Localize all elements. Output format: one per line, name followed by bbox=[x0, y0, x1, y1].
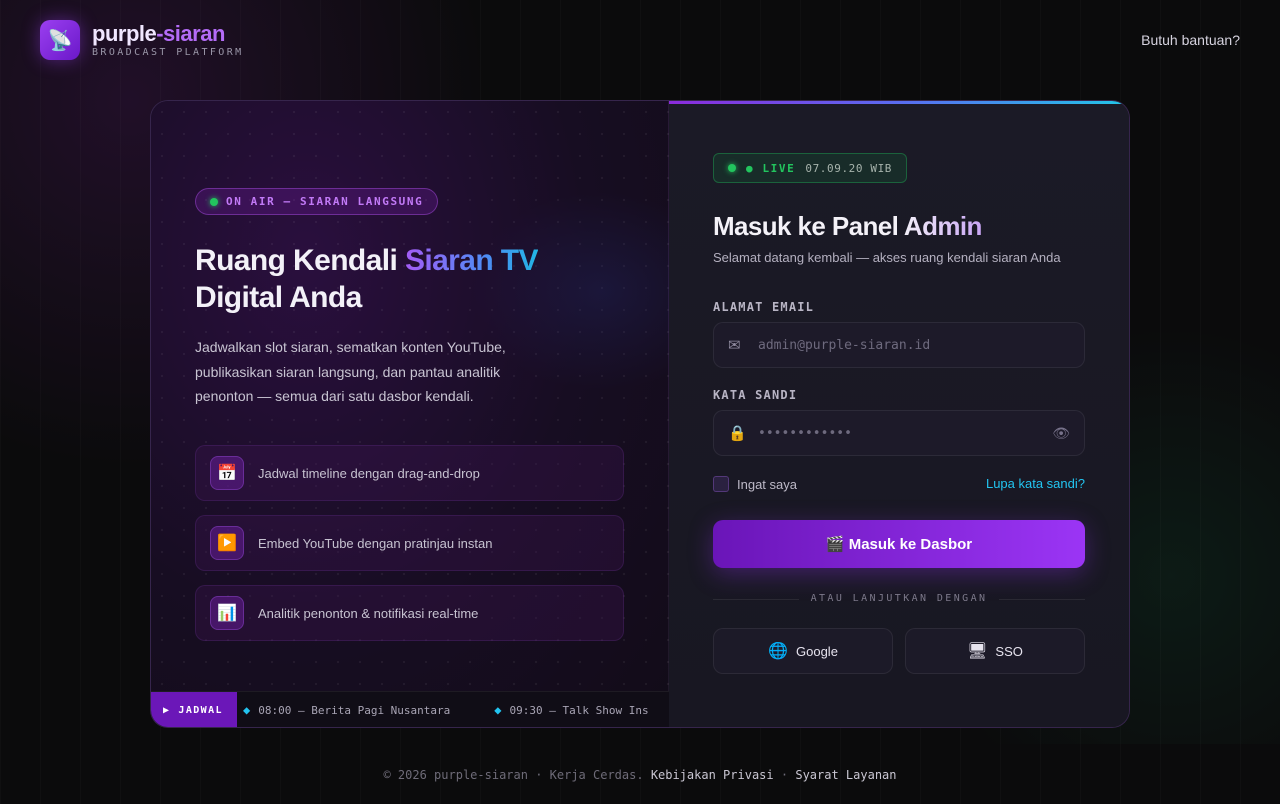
google-label: Google bbox=[796, 643, 838, 659]
on-air-badge-label: ON AIR — SIARAN LANGSUNG bbox=[226, 195, 424, 208]
terms-link[interactable]: Syarat Layanan bbox=[795, 768, 896, 782]
google-login-button[interactable]: 🌐 Google bbox=[713, 628, 893, 674]
hero-title-part2: Digital Anda bbox=[195, 281, 362, 314]
login-button[interactable]: 🎬 Masuk ke Dasbor bbox=[713, 520, 1085, 568]
live-time: 07.09.20 WIB bbox=[805, 161, 893, 175]
monitor-icon: 🖥 bbox=[967, 643, 988, 660]
password-field: 🔒 👁 bbox=[713, 410, 1085, 456]
brand-subtitle: BROADCAST PLATFORM bbox=[92, 47, 244, 58]
calendar-icon: 📅 bbox=[210, 456, 244, 490]
globe-icon: 🌐 bbox=[768, 643, 788, 660]
password-label: KATA SANDI bbox=[713, 388, 798, 402]
feature-item: 📅 Jadwal timeline dengan drag-and-drop bbox=[195, 445, 624, 501]
remember-me[interactable]: Ingat saya bbox=[713, 476, 797, 492]
brand-name: purple-siaran bbox=[92, 22, 244, 46]
live-dot-icon bbox=[210, 197, 218, 206]
email-label: ALAMAT EMAIL bbox=[713, 300, 815, 314]
eye-icon[interactable]: 👁 bbox=[1052, 425, 1070, 442]
sso-label: SSO bbox=[995, 643, 1023, 659]
feature-item: ▶️ Embed YouTube dengan pratinjau instan bbox=[195, 515, 624, 571]
brand-name-part1: purple bbox=[92, 21, 157, 46]
feature-label: Analitik penonton & notifikasi real-time bbox=[258, 605, 479, 621]
brand-text: purple-siaran BROADCAST PLATFORM bbox=[92, 22, 244, 59]
feature-item: 📊 Analitik penonton & notifikasi real-ti… bbox=[195, 585, 624, 641]
forgot-password-link[interactable]: Lupa kata sandi? bbox=[986, 476, 1085, 491]
brand-name-part2: -siaran bbox=[156, 21, 225, 46]
diamond-icon: ◆ bbox=[243, 703, 251, 717]
hero-panel: ON AIR — SIARAN LANGSUNG Ruang Kendali S… bbox=[151, 101, 731, 727]
ticker-items: ◆ 08:00 — Berita Pagi Nusantara ◆ 09:30 … bbox=[243, 692, 649, 727]
on-air-badge: ON AIR — SIARAN LANGSUNG bbox=[195, 188, 439, 215]
footer: © 2026 purple-siaran · Kerja Cerdas. Keb… bbox=[0, 768, 1280, 782]
divider-text: ATAU LANJUTKAN DENGAN bbox=[810, 593, 988, 604]
footer-separator: · bbox=[780, 768, 789, 782]
hero-title-highlight: Siaran TV bbox=[404, 244, 539, 277]
remember-label: Ingat saya bbox=[737, 476, 797, 492]
ticker-item: ◆ 09:30 — Talk Show Ins bbox=[494, 703, 648, 717]
play-icon: ▶️ bbox=[210, 526, 244, 560]
diamond-icon: ◆ bbox=[494, 703, 502, 717]
divider: ATAU LANJUTKAN DENGAN bbox=[713, 593, 1085, 607]
brand[interactable]: 📡 purple-siaran BROADCAST PLATFORM bbox=[40, 20, 244, 60]
hero-title-part1: Ruang Kendali bbox=[195, 244, 405, 277]
feature-label: Embed YouTube dengan pratinjau instan bbox=[258, 535, 493, 551]
sso-buttons: 🌐 Google 🖥 SSO bbox=[713, 628, 1085, 674]
privacy-link[interactable]: Kebijakan Privasi bbox=[651, 768, 774, 782]
hero-description: Jadwalkan slot siaran, sematkan konten Y… bbox=[195, 339, 506, 404]
lock-icon: 🔒 bbox=[728, 425, 747, 442]
feature-label: Jadwal timeline dengan drag-and-drop bbox=[258, 465, 480, 481]
login-title: Masuk ke Panel Admin bbox=[713, 211, 982, 241]
login-subtitle: Selamat datang kembali — akses ruang ken… bbox=[713, 250, 1061, 265]
ticker-item: ◆ 08:00 — Berita Pagi Nusantara bbox=[243, 703, 450, 717]
satellite-dish-icon: 📡 bbox=[40, 20, 80, 60]
footer-copyright: © 2026 purple-siaran · Kerja Cerdas. bbox=[383, 768, 644, 782]
login-card: ON AIR — SIARAN LANGSUNG Ruang Kendali S… bbox=[150, 100, 1130, 728]
live-label: ● LIVE bbox=[746, 161, 796, 175]
play-icon: ▶ bbox=[163, 704, 171, 716]
ticker-item-text: 08:00 — Berita Pagi Nusantara bbox=[258, 703, 451, 717]
hero-title: Ruang Kendali Siaran TV Digital Anda bbox=[195, 242, 635, 316]
feature-list: 📅 Jadwal timeline dengan drag-and-drop ▶… bbox=[195, 445, 624, 655]
password-input[interactable] bbox=[758, 425, 1053, 441]
live-dot-icon bbox=[728, 164, 736, 172]
top-accent-bar bbox=[669, 101, 1129, 104]
email-input[interactable] bbox=[758, 337, 1070, 353]
remember-checkbox[interactable] bbox=[713, 476, 729, 492]
mail-icon: ✉ bbox=[728, 337, 741, 354]
live-status-badge: ● LIVE 07.09.20 WIB bbox=[713, 153, 908, 183]
schedule-ticker: ▶ JADWAL ◆ 08:00 — Berita Pagi Nusantara… bbox=[151, 691, 669, 727]
ticker-label: ▶ JADWAL bbox=[151, 692, 237, 727]
ticker-item-text: 09:30 — Talk Show Ins bbox=[509, 703, 649, 717]
email-field: ✉ bbox=[713, 322, 1085, 368]
login-panel: ● LIVE 07.09.20 WIB Masuk ke Panel Admin… bbox=[669, 101, 1129, 727]
bar-chart-icon: 📊 bbox=[210, 596, 244, 630]
ticker-label-text: JADWAL bbox=[178, 704, 223, 716]
sso-login-button[interactable]: 🖥 SSO bbox=[905, 628, 1085, 674]
help-link[interactable]: Butuh bantuan? bbox=[1141, 32, 1240, 48]
